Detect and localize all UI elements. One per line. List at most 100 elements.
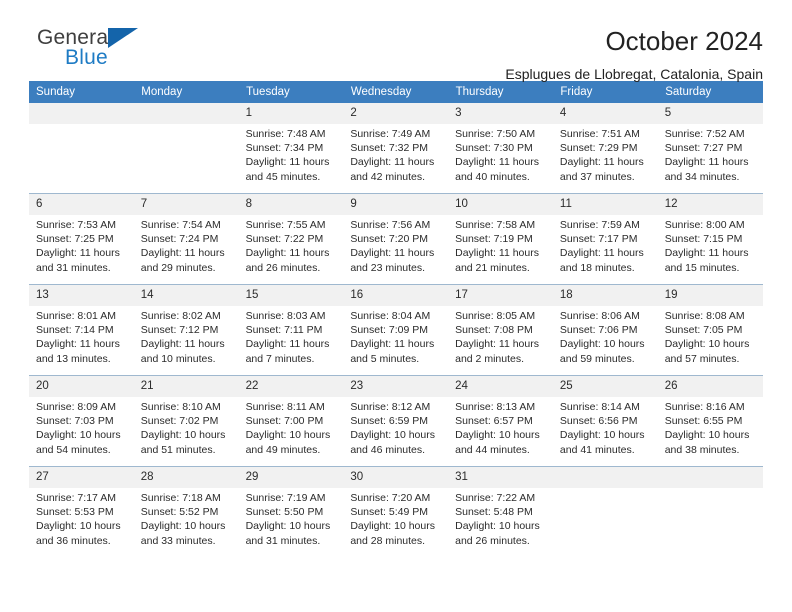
calendar-day-cell[interactable]: 7 Sunrise: 7:54 AM Sunset: 7:24 PM Daylight…: [133, 193, 239, 285]
day-details: Sunrise: 8:02 AM Sunset: 7:12 PM Daylight:…: [134, 306, 239, 366]
calendar-day-cell[interactable]: 13 Sunrise: 8:01 AM Sunset: 7:14 PM Dayligh…: [29, 284, 134, 376]
calendar-day-cell[interactable]: 25 Sunrise: 8:14 AM Sunset: 6:56 PM Dayligh…: [552, 375, 658, 467]
day-details: Sunrise: 8:08 AM Sunset: 7:05 PM Daylight:…: [658, 306, 763, 366]
day-number: [657, 467, 763, 488]
calendar-day-cell[interactable]: 3 Sunrise: 7:50 AM Sunset: 7:30 PM Daylight…: [448, 103, 553, 194]
day-number: 20: [29, 376, 134, 397]
daylight-duration-line2: and 15 minutes.: [664, 261, 740, 274]
calendar-day-cell[interactable]: 4 Sunrise: 7:51 AM Sunset: 7:29 PM Daylight…: [552, 103, 658, 194]
sunrise-time: Sunrise: 8:04 AM: [350, 310, 431, 322]
sunrise-time: Sunrise: 7:19 AM: [245, 492, 326, 504]
day-number: 8: [238, 194, 344, 215]
sunset-time: Sunset: 6:56 PM: [559, 415, 638, 428]
daylight-duration-line2: and 51 minutes.: [140, 443, 216, 456]
calendar-day-cell[interactable]: 19 Sunrise: 8:08 AM Sunset: 7:05 PM Dayligh…: [657, 284, 763, 376]
calendar-day-cell[interactable]: 2 Sunrise: 7:49 AM Sunset: 7:32 PM Daylight…: [343, 103, 449, 194]
day-number: 23: [343, 376, 449, 397]
daylight-duration-line2: and 49 minutes.: [245, 443, 321, 456]
calendar-day-cell[interactable]: 22 Sunrise: 8:11 AM Sunset: 7:00 PM Dayligh…: [238, 375, 344, 467]
sunset-time: Sunset: 7:05 PM: [664, 324, 743, 337]
calendar-day-cell[interactable]: 9 Sunrise: 7:56 AM Sunset: 7:20 PM Daylight…: [343, 193, 449, 285]
day-details: Sunrise: 7:58 AM Sunset: 7:19 PM Daylight:…: [448, 215, 553, 275]
weekday-header-tuesday: Tuesday: [238, 81, 344, 103]
calendar-day-cell[interactable]: 17 Sunrise: 8:05 AM Sunset: 7:08 PM Dayligh…: [448, 284, 553, 376]
calendar-day-cell[interactable]: 11 Sunrise: 7:59 AM Sunset: 7:17 PM Dayligh…: [552, 193, 658, 285]
daylight-duration-line2: and 45 minutes.: [245, 170, 321, 183]
calendar-day-cell[interactable]: 31 Sunrise: 7:22 AM Sunset: 5:48 PM Dayligh…: [448, 466, 553, 557]
calendar-header-row: Sunday Monday Tuesday Wednesday Thursday…: [29, 81, 763, 103]
calendar-day-cell[interactable]: 30 Sunrise: 7:20 AM Sunset: 5:49 PM Dayligh…: [343, 466, 449, 557]
daylight-duration-line2: and 41 minutes.: [559, 443, 635, 456]
calendar-day-cell[interactable]: 20 Sunrise: 8:09 AM Sunset: 7:03 PM Dayligh…: [29, 375, 134, 467]
sunrise-time: Sunrise: 7:51 AM: [559, 128, 640, 140]
daylight-duration-line2: and 34 minutes.: [664, 170, 740, 183]
sunset-time: Sunset: 7:27 PM: [664, 142, 743, 155]
calendar-day-cell[interactable]: 28 Sunrise: 7:18 AM Sunset: 5:52 PM Dayligh…: [133, 466, 239, 557]
calendar-day-cell[interactable]: 5 Sunrise: 7:52 AM Sunset: 7:27 PM Daylight…: [657, 103, 763, 194]
daylight-duration-line1: Daylight: 11 hours: [455, 247, 539, 260]
calendar-day-cell[interactable]: 23 Sunrise: 8:12 AM Sunset: 6:59 PM Dayligh…: [343, 375, 449, 467]
calendar-day-cell[interactable]: 27 Sunrise: 7:17 AM Sunset: 5:53 PM Dayligh…: [29, 466, 134, 557]
day-details: Sunrise: 8:10 AM Sunset: 7:02 PM Daylight:…: [134, 397, 239, 457]
day-details: Sunrise: 8:01 AM Sunset: 7:14 PM Daylight:…: [29, 306, 134, 366]
daylight-duration-line1: Daylight: 10 hours: [559, 429, 645, 442]
calendar-day-cell[interactable]: 26 Sunrise: 8:16 AM Sunset: 6:55 PM Dayligh…: [657, 375, 763, 467]
calendar-day-cell[interactable]: 10 Sunrise: 7:58 AM Sunset: 7:19 PM Dayligh…: [448, 193, 553, 285]
sunrise-time: Sunrise: 7:22 AM: [455, 492, 536, 504]
day-details: Sunrise: 7:20 AM Sunset: 5:49 PM Daylight:…: [343, 488, 448, 548]
day-number: 3: [448, 103, 553, 124]
calendar-day-cell[interactable]: 1 Sunrise: 7:48 AM Sunset: 7:34 PM Daylight…: [238, 103, 344, 194]
day-number: [133, 103, 239, 124]
sunset-time: Sunset: 7:25 PM: [36, 233, 114, 246]
daylight-duration-line2: and 40 minutes.: [455, 170, 530, 183]
daylight-duration-line1: Daylight: 11 hours: [140, 338, 225, 351]
weekday-header-monday: Monday: [133, 81, 240, 103]
sunset-time: Sunset: 7:09 PM: [350, 324, 428, 337]
daylight-duration-line1: Daylight: 11 hours: [350, 338, 435, 351]
calendar-day-cell[interactable]: 6 Sunrise: 7:53 AM Sunset: 7:25 PM Daylight…: [29, 193, 134, 285]
calendar-day-cell[interactable]: 14 Sunrise: 8:02 AM Sunset: 7:12 PM Dayligh…: [133, 284, 239, 376]
calendar-day-cell[interactable]: 24 Sunrise: 8:13 AM Sunset: 6:57 PM Dayligh…: [448, 375, 553, 467]
sunrise-time: Sunrise: 8:00 AM: [664, 219, 745, 231]
sunrise-time: Sunrise: 7:58 AM: [455, 219, 536, 231]
day-number: 6: [29, 194, 134, 215]
day-details: Sunrise: 8:03 AM Sunset: 7:11 PM Daylight:…: [239, 306, 344, 366]
sunrise-time: Sunrise: 8:13 AM: [455, 401, 536, 413]
weekday-header-wednesday: Wednesday: [343, 81, 449, 103]
day-details: Sunrise: 7:55 AM Sunset: 7:22 PM Daylight:…: [239, 215, 344, 275]
day-number: 17: [448, 285, 553, 306]
calendar-day-cell[interactable]: 18 Sunrise: 8:06 AM Sunset: 7:06 PM Dayligh…: [552, 284, 658, 376]
daylight-duration-line1: Daylight: 10 hours: [245, 520, 331, 533]
day-details: Sunrise: 8:04 AM Sunset: 7:09 PM Daylight:…: [343, 306, 448, 366]
daylight-duration-line2: and 31 minutes.: [245, 534, 321, 547]
calendar-day-cell[interactable]: 15 Sunrise: 8:03 AM Sunset: 7:11 PM Dayligh…: [238, 284, 344, 376]
day-number: 2: [343, 103, 449, 124]
calendar-day-cell[interactable]: 16 Sunrise: 8:04 AM Sunset: 7:09 PM Dayligh…: [343, 284, 449, 376]
daylight-duration-line2: and 23 minutes.: [350, 261, 426, 274]
day-details: Sunrise: 7:17 AM Sunset: 5:53 PM Daylight:…: [29, 488, 134, 548]
daylight-duration-line2: and 33 minutes.: [140, 534, 216, 547]
daylight-duration-line2: and 21 minutes.: [455, 261, 530, 274]
page-header: General Blue October 2024 Esplugues de L…: [29, 0, 763, 82]
calendar-day-cell[interactable]: 21 Sunrise: 8:10 AM Sunset: 7:02 PM Dayligh…: [133, 375, 239, 467]
calendar-day-cell-empty: [657, 466, 763, 557]
day-details: Sunrise: 7:19 AM Sunset: 5:50 PM Daylight:…: [239, 488, 344, 548]
sunset-time: Sunset: 7:06 PM: [559, 324, 638, 337]
day-details: Sunrise: 8:05 AM Sunset: 7:08 PM Daylight:…: [448, 306, 553, 366]
day-number: 14: [133, 285, 239, 306]
sunrise-time: Sunrise: 7:49 AM: [350, 128, 431, 140]
day-details: Sunrise: 7:53 AM Sunset: 7:25 PM Daylight:…: [29, 215, 134, 275]
daylight-duration-line1: Daylight: 10 hours: [140, 429, 226, 442]
sunset-time: Sunset: 7:30 PM: [455, 142, 533, 155]
calendar-day-cell[interactable]: 29 Sunrise: 7:19 AM Sunset: 5:50 PM Dayligh…: [238, 466, 344, 557]
day-number: 4: [552, 103, 658, 124]
sunset-time: Sunset: 5:52 PM: [140, 506, 219, 519]
daylight-duration-line1: Daylight: 11 hours: [36, 338, 120, 351]
daylight-duration-line1: Daylight: 10 hours: [140, 520, 226, 533]
general-blue-logo[interactable]: General Blue: [29, 26, 199, 82]
calendar-day-cell[interactable]: 12 Sunrise: 8:00 AM Sunset: 7:15 PM Dayligh…: [657, 193, 763, 285]
calendar-day-cell[interactable]: 8 Sunrise: 7:55 AM Sunset: 7:22 PM Daylight…: [238, 193, 344, 285]
sunset-time: Sunset: 5:49 PM: [350, 506, 428, 519]
page-subtitle: Esplugues de Llobregat, Catalonia, Spain: [505, 66, 763, 82]
sunset-time: Sunset: 5:48 PM: [455, 506, 533, 519]
